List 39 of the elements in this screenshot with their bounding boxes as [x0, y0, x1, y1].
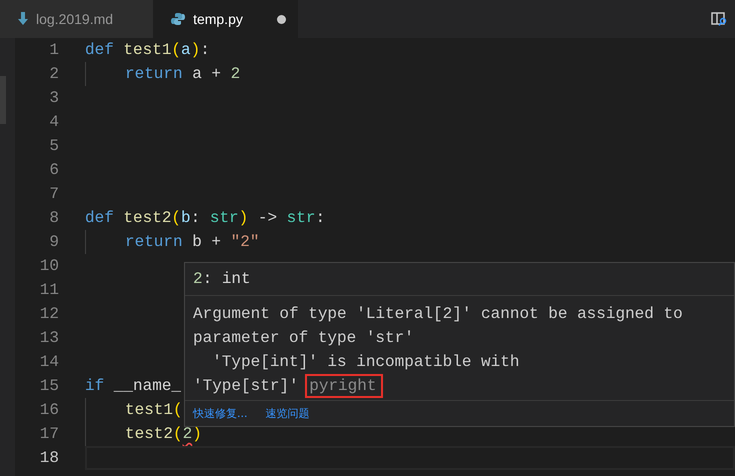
error-message: parameter of type 'str' — [193, 329, 414, 347]
code-text: test1( — [125, 400, 183, 421]
error-message: 'Type[str]' — [193, 377, 299, 395]
line-number: 5 — [48, 136, 59, 157]
code-text: return a + 2 — [125, 64, 240, 85]
line-number: 8 — [48, 208, 59, 229]
line-number: 11 — [38, 280, 59, 301]
line-number: 12 — [38, 304, 59, 325]
line-number: 18 — [38, 448, 59, 469]
line-number: 9 — [48, 232, 59, 253]
action-link[interactable]: 快速修复... — [193, 404, 248, 424]
line-number: 13 — [38, 328, 59, 349]
split-editor-search-icon[interactable] — [711, 12, 727, 26]
file-tab[interactable]: log.2019.md — [0, 0, 154, 38]
down-arrow-icon — [18, 12, 28, 26]
line-number: 16 — [38, 400, 59, 421]
line-number: 17 — [38, 424, 59, 445]
unsaved-dot-icon — [276, 14, 286, 24]
code-text: if __name_ — [85, 376, 182, 397]
action-link[interactable]: 速览问题 — [266, 404, 310, 424]
line-number: 4 — [48, 112, 59, 133]
line-number: 3 — [48, 88, 59, 109]
code-text: def test1(a): — [85, 40, 210, 61]
line-number: 6 — [48, 160, 59, 181]
error-source: pyright — [308, 377, 380, 395]
file-tab[interactable]: temp.py — [153, 0, 298, 38]
python-icon — [171, 12, 186, 26]
line-number: 10 — [38, 256, 59, 277]
error-message: Argument of type 'Literal[2]' cannot be assigned to — [193, 305, 683, 323]
code-text: return b + "2" — [125, 232, 260, 253]
line-number: 1 — [48, 40, 59, 61]
code-text: test2(2) — [125, 424, 202, 445]
line-number: 2 — [48, 64, 59, 85]
line-number: 7 — [48, 184, 59, 205]
line-number: 14 — [38, 352, 59, 373]
code-text: def test2(b: str) -> str: — [85, 208, 326, 229]
error-message: 'Type[int]' is incompatible with — [211, 353, 520, 371]
type-info: 2: int — [193, 270, 251, 288]
line-number: 15 — [38, 376, 59, 397]
